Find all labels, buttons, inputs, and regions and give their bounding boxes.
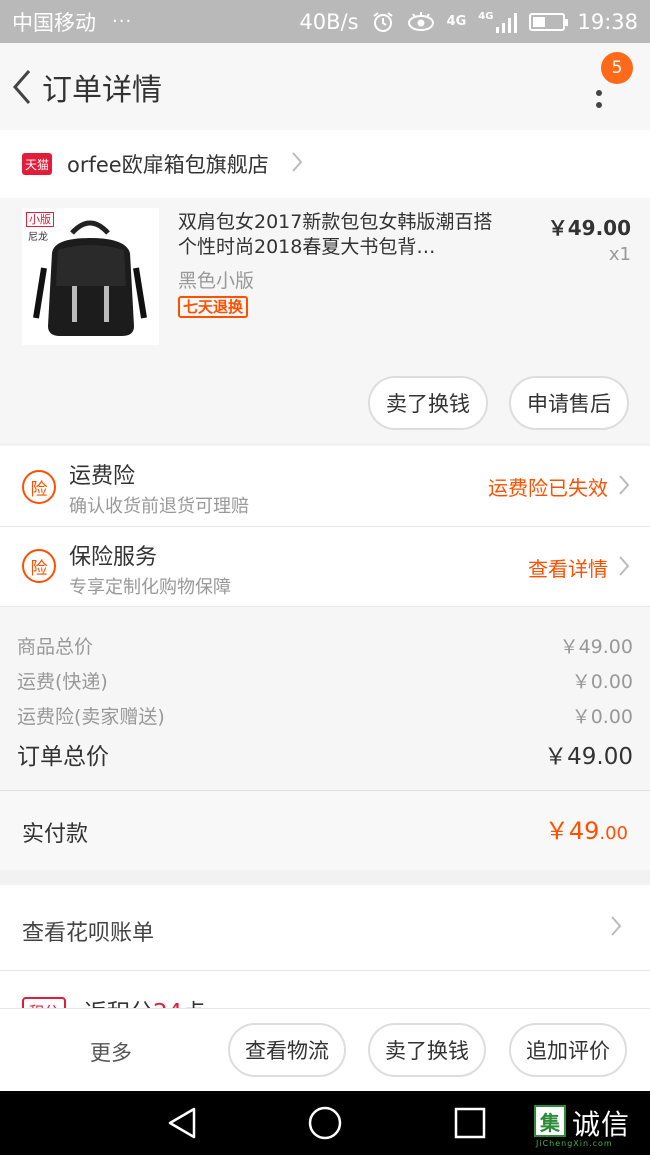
- order-total-label: 订单总价: [17, 744, 109, 770]
- watermark-sub: JiChengXin.com: [536, 1139, 613, 1148]
- nav-bar: 订单详情 5: [0, 43, 650, 130]
- eye-icon: [407, 11, 435, 33]
- add-review-button[interactable]: 追加评价: [509, 1023, 627, 1077]
- product-sku: 黑色小版: [178, 270, 255, 292]
- shipping-row: 运费(快递) ￥0.00: [17, 667, 633, 694]
- insurance-title: 保险服务: [69, 545, 158, 570]
- product-quantity: x1: [608, 244, 631, 265]
- image-material-tag: 尼龙: [28, 232, 48, 243]
- alarm-icon: [371, 11, 395, 33]
- shipping-insurance-fee-row: 运费险(卖家赠送) ￥0.00: [17, 702, 633, 729]
- insurance-title: 运费险: [69, 464, 136, 489]
- resell-button[interactable]: 卖了换钱: [368, 1023, 486, 1077]
- shipping-insurance-fee-value: ￥0.00: [571, 706, 633, 728]
- signal-icon: 4G: [478, 11, 518, 33]
- status-bar: 中国移动 ··· 40B/s 4G 4G 19:38: [0, 0, 650, 43]
- points-row: 积分 返积分24点: [0, 970, 650, 1010]
- goods-total-row: 商品总价 ￥49.00: [17, 632, 633, 659]
- notification-dots: ···: [112, 11, 133, 32]
- amount-decimal: .00: [599, 823, 628, 844]
- amount-integer: 49: [568, 817, 600, 845]
- watermark-box: 集: [534, 1105, 566, 1137]
- clock: 19:38: [577, 9, 638, 34]
- image-size-tag: 小版: [26, 212, 54, 227]
- huabei-bill-row[interactable]: 查看花呗账单: [0, 885, 650, 970]
- chevron-right-icon: [291, 151, 303, 177]
- insurance-status: 运费险已失效: [488, 476, 608, 500]
- shipping-value: ￥0.00: [571, 671, 633, 693]
- resell-button[interactable]: 卖了换钱: [368, 376, 488, 430]
- insurance-subtitle: 专享定制化购物保障: [69, 577, 231, 598]
- chevron-right-icon: [618, 555, 630, 581]
- product-card: 小版 尼龙 双肩包女2017新款包包女韩版潮百搭个性时尚2018春夏大书包背… …: [0, 198, 650, 443]
- order-total-value: ￥49.00: [544, 744, 633, 770]
- store-row[interactable]: 天猫 orfee欧扉箱包旗舰店: [0, 130, 650, 198]
- back-triangle-icon[interactable]: [162, 1105, 202, 1141]
- system-navigation-bar: 集 诚信 JiChengXin.com: [0, 1091, 650, 1155]
- product-title[interactable]: 双肩包女2017新款包包女韩版潮百搭个性时尚2018春夏大书包背…: [178, 210, 508, 260]
- goods-total-label: 商品总价: [17, 636, 94, 658]
- network-speed: 40B/s: [299, 9, 359, 34]
- insurance-icon: 险: [22, 549, 56, 583]
- shipping-insurance-row[interactable]: 险 运费险 确认收货前退货可理赔 运费险已失效: [0, 446, 650, 526]
- insurance-service-row[interactable]: 险 保险服务 专享定制化购物保障 查看详情: [0, 527, 650, 607]
- carrier-name: 中国移动: [12, 10, 96, 35]
- goods-total-value: ￥49.00: [559, 636, 633, 658]
- insurance-subtitle: 确认收货前退货可理赔: [69, 496, 249, 517]
- insurance-icon: 险: [22, 470, 56, 504]
- actual-payment-label: 实付款: [22, 822, 89, 847]
- product-image[interactable]: 小版 尼龙: [22, 208, 159, 345]
- shipping-label: 运费(快递): [17, 671, 108, 693]
- chevron-right-icon: [610, 915, 622, 941]
- page-title: 订单详情: [42, 72, 162, 108]
- message-count-badge: 5: [601, 52, 633, 84]
- order-total-row: 订单总价 ￥49.00: [17, 737, 633, 771]
- recent-apps-square-icon[interactable]: [450, 1105, 490, 1141]
- currency-symbol: ￥: [544, 817, 569, 845]
- actual-payment-row: 实付款 ￥49.00: [0, 790, 650, 870]
- after-sales-button[interactable]: 申请售后: [509, 376, 629, 430]
- network-type: 4G: [446, 13, 467, 29]
- more-actions-button[interactable]: 更多: [90, 1037, 132, 1067]
- product-price: ￥49.00: [547, 216, 631, 240]
- view-logistics-button[interactable]: 查看物流: [228, 1023, 346, 1077]
- bottom-action-bar: 更多 查看物流 卖了换钱 追加评价: [0, 1008, 650, 1091]
- shipping-insurance-fee-label: 运费险(卖家赠送): [17, 706, 165, 728]
- back-arrow-icon[interactable]: [2, 43, 42, 130]
- battery-icon: [529, 12, 569, 31]
- home-circle-icon[interactable]: [305, 1105, 345, 1141]
- price-summary: 商品总价 ￥49.00 运费(快递) ￥0.00 运费险(卖家赠送) ￥0.00…: [0, 607, 650, 790]
- watermark-text: 诚信: [572, 1108, 631, 1141]
- actual-payment-amount: ￥49.00: [545, 811, 628, 846]
- chevron-right-icon: [618, 474, 630, 500]
- huabei-bill-label: 查看花呗账单: [22, 921, 155, 946]
- insurance-details-link: 查看详情: [528, 557, 608, 581]
- store-name: orfee欧扉箱包旗舰店: [67, 153, 269, 177]
- return-policy-tag: 七天退换: [178, 296, 249, 318]
- tmall-logo: 天猫: [22, 153, 52, 175]
- watermark-logo: 集 诚信 JiChengXin.com: [534, 1103, 646, 1148]
